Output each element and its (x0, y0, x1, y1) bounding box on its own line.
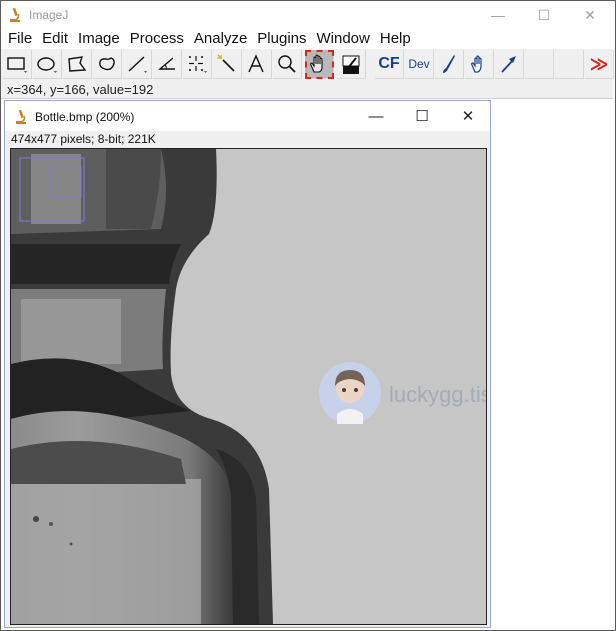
brush-icon (443, 55, 455, 73)
image-titlebar: Bottle.bmp (200%) — ☐ ✕ (5, 101, 490, 131)
status-line: x=364, y=166, value=192 (7, 82, 154, 97)
cf-button[interactable]: CF (375, 50, 404, 79)
line-icon (128, 56, 147, 73)
image-canvas[interactable]: luckygg.tistory.com (10, 148, 487, 625)
wand-icon (217, 54, 235, 72)
rectangle-icon (7, 57, 27, 73)
avatar-icon (320, 363, 380, 424)
hand-tool[interactable] (305, 50, 334, 79)
microscope-icon (10, 7, 20, 22)
text-tool[interactable] (243, 50, 272, 79)
microscope-icon (16, 109, 26, 124)
freehand-icon (99, 57, 115, 71)
dev-button[interactable]: Dev (405, 50, 434, 79)
text-icon (248, 54, 264, 73)
polygon-tool[interactable] (63, 50, 92, 79)
hand-icon (310, 54, 323, 73)
brush-tool[interactable] (435, 50, 464, 79)
menu-edit[interactable]: Edit (37, 29, 73, 49)
image-window-title: Bottle.bmp (200%) (35, 110, 135, 124)
imagej-main-window: ImageJ — ☐ ✕ File Edit Image Process Ana… (1, 1, 614, 99)
freehand-tool[interactable] (93, 50, 122, 79)
more-tools-icon: ≫ (589, 53, 609, 74)
arrow-tool[interactable] (495, 50, 524, 79)
dev-label: Dev (408, 57, 430, 71)
toolbar: CF Dev ≫ (3, 50, 614, 80)
watermark-avatar (319, 362, 381, 424)
menu-window[interactable]: Window (312, 29, 375, 49)
wand-tool[interactable] (213, 50, 242, 79)
menu-analyze[interactable]: Analyze (189, 29, 252, 49)
main-window-title: ImageJ (29, 8, 69, 22)
image-maximize-button[interactable]: ☐ (399, 101, 445, 131)
angle-tool[interactable] (153, 50, 182, 79)
arrow-icon (501, 56, 516, 73)
minimize-button[interactable]: — (475, 1, 521, 29)
point-icon (189, 56, 207, 73)
image-info: 474x477 pixels; 8-bit; 221K (11, 132, 156, 146)
maximize-button[interactable]: ☐ (521, 1, 567, 29)
close-button[interactable]: ✕ (567, 1, 613, 29)
image-close-button[interactable]: ✕ (445, 101, 491, 131)
empty-tool-slot-1[interactable] (525, 50, 554, 79)
oval-tool[interactable] (33, 50, 62, 79)
point-tool[interactable] (183, 50, 212, 79)
image-window: Bottle.bmp (200%) — ☐ ✕ 474x477 pixels; … (4, 100, 491, 628)
flood-fill-tool[interactable] (465, 50, 494, 79)
flood-fill-icon (471, 55, 482, 73)
more-tools-button[interactable]: ≫ (585, 50, 614, 79)
menu-image[interactable]: Image (73, 29, 125, 49)
angle-icon (158, 57, 175, 70)
polygon-icon (68, 56, 87, 72)
menu-plugins[interactable]: Plugins (252, 29, 311, 49)
rectangle-tool[interactable] (3, 50, 32, 79)
empty-tool-slot-2[interactable] (555, 50, 584, 79)
main-titlebar: ImageJ — ☐ ✕ (1, 1, 613, 29)
cf-label: CF (378, 55, 400, 72)
menu-bar: File Edit Image Process Analyze Plugins … (1, 29, 613, 49)
image-minimize-button[interactable]: — (353, 101, 399, 131)
menu-file[interactable]: File (3, 29, 37, 49)
line-tool[interactable] (123, 50, 152, 79)
magnifier-icon (278, 55, 296, 73)
color-picker-tool[interactable] (337, 50, 366, 79)
magnifier-tool[interactable] (273, 50, 302, 79)
oval-icon (37, 57, 57, 73)
watermark-text: luckygg.tistory.com (389, 382, 486, 407)
menu-process[interactable]: Process (125, 29, 189, 49)
dropper-icon (342, 55, 360, 74)
menu-help[interactable]: Help (375, 29, 416, 49)
